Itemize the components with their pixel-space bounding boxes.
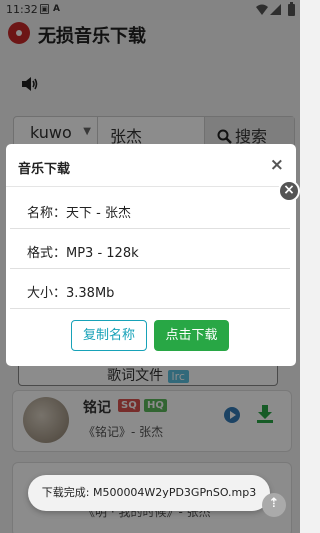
download-button[interactable]: 点击下载: [154, 320, 229, 351]
dialog-title: 音乐下载: [18, 162, 71, 177]
size-row: 大小：3.38Mb: [10, 269, 290, 309]
copy-name-button[interactable]: 复制名称: [71, 320, 147, 351]
scroll-top-icon[interactable]: ⇡: [262, 493, 286, 517]
alert-close-icon[interactable]: ×: [278, 180, 300, 202]
alert-actions: 复制名称 点击下载: [10, 309, 290, 352]
download-info-alert: 名称：天下 - 张杰 格式：MP3 - 128k 大小：3.38Mb 复制名称 …: [10, 189, 290, 352]
close-icon[interactable]: ×: [270, 155, 284, 175]
divider: [6, 186, 296, 187]
format-row: 格式：MP3 - 128k: [10, 229, 290, 269]
name-row: 名称：天下 - 张杰: [10, 189, 290, 229]
toast-message: 下载完成: M500004W2yPD3GPnSO.mp3: [28, 475, 270, 511]
